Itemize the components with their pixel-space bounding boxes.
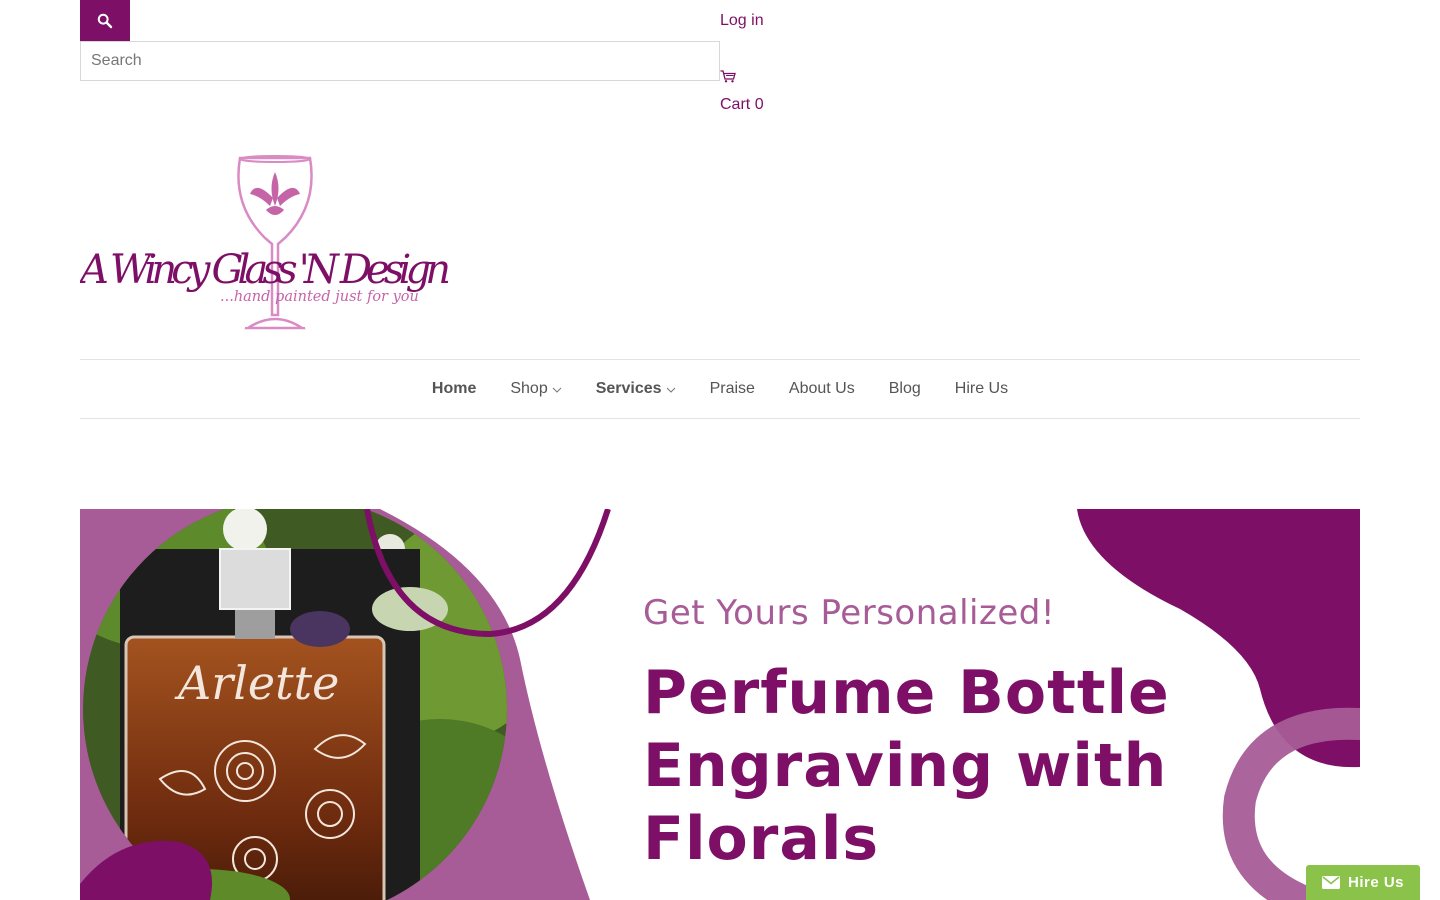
hero-subtitle: Get Yours Personalized! xyxy=(643,593,1055,633)
nav-item-praise[interactable]: Praise xyxy=(710,380,755,398)
nav-item-shop[interactable]: Shop xyxy=(510,380,562,398)
hero-banner[interactable]: Arlette Get Yours Personalized! Perfume … xyxy=(80,509,1360,900)
cart-link[interactable]: Cart 0 xyxy=(720,96,764,114)
cart-count: 0 xyxy=(754,96,764,113)
nav-item-blog[interactable]: Blog xyxy=(889,380,921,398)
chevron-down-icon xyxy=(552,387,562,393)
chevron-down-icon xyxy=(666,387,675,393)
logo-tagline: ...hand painted just for you xyxy=(220,289,419,305)
search-input[interactable] xyxy=(80,41,720,81)
envelope-icon xyxy=(1321,876,1340,889)
cart-icon[interactable] xyxy=(720,70,736,88)
nav-item-services[interactable]: Services xyxy=(596,380,676,398)
site-logo[interactable]: A Wincy Glass 'N Design ...hand painted … xyxy=(76,150,455,335)
cart-label: Cart xyxy=(720,96,751,113)
nav-item-home[interactable]: Home xyxy=(432,380,476,398)
logo-brand-text: A Wincy Glass 'N Design xyxy=(80,247,450,293)
hire-us-tab[interactable]: Hire Us xyxy=(1306,865,1420,900)
nav-item-about-us[interactable]: About Us xyxy=(789,380,855,398)
hire-us-tab-label: Hire Us xyxy=(1347,874,1405,891)
hero-title-line: Perfume Bottle xyxy=(643,658,1170,728)
login-link[interactable]: Log in xyxy=(720,12,764,30)
search-icon xyxy=(97,13,113,28)
bottle-engraving-text: Arlette xyxy=(174,656,339,710)
hero-title-line: Florals xyxy=(643,804,880,874)
hero-title-line: Engraving with xyxy=(643,731,1168,801)
main-nav: Home Shop Services Praise About Us Blog … xyxy=(80,359,1360,419)
hero-title: Perfume Bottle Engraving with Florals xyxy=(643,657,1263,876)
search-button[interactable] xyxy=(80,0,130,41)
nav-item-hire-us[interactable]: Hire Us xyxy=(955,380,1008,398)
